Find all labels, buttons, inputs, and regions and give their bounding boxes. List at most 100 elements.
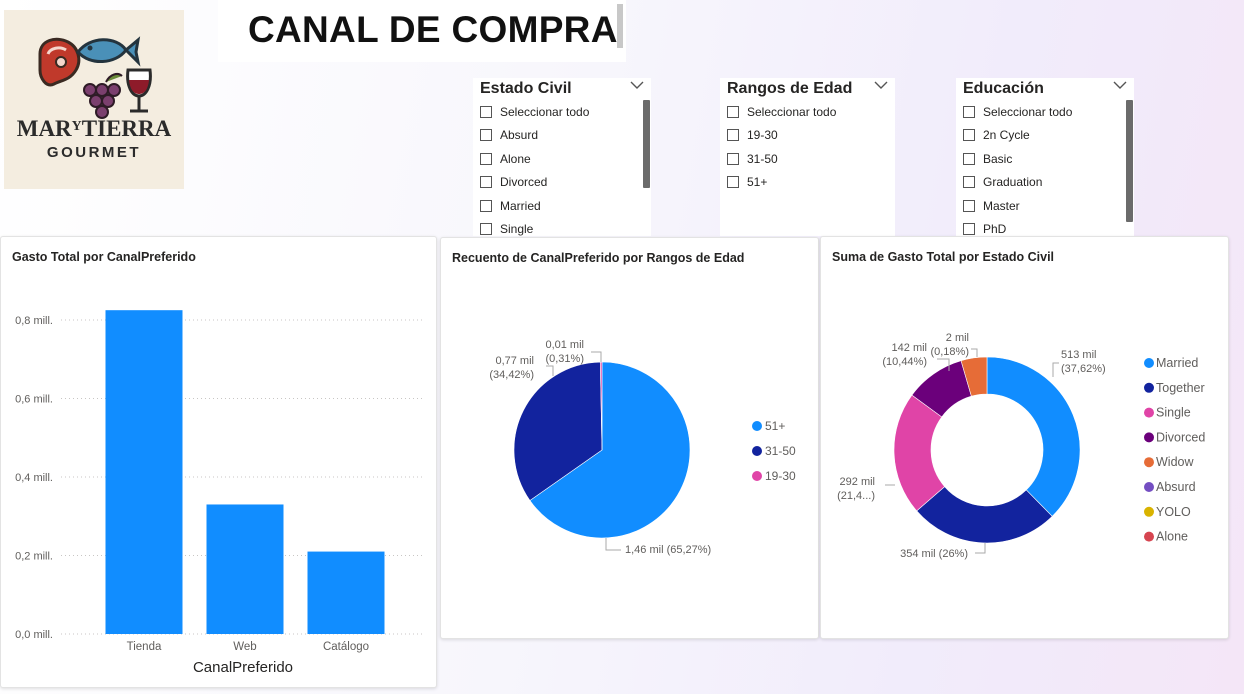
donut-slice (986, 356, 1081, 517)
checkbox[interactable] (480, 176, 492, 188)
pie-chart-card[interactable]: Recuento de CanalPreferido por Rangos de… (440, 237, 819, 639)
bar (307, 551, 385, 634)
slicer-option[interactable]: Divorced (480, 172, 547, 192)
checkbox[interactable] (727, 176, 739, 188)
legend-label: Absurd (1156, 480, 1196, 494)
data-label: (10,44%) (882, 356, 927, 368)
x-tick-label: Tienda (127, 641, 162, 653)
wine-glass-icon (126, 68, 152, 113)
legend-marker (1144, 382, 1154, 393)
legend-marker (752, 446, 762, 456)
legend-label: 31-50 (765, 444, 796, 458)
x-axis-label: CanalPreferido (193, 659, 293, 676)
slicer-option[interactable]: Master (963, 196, 1020, 216)
legend-label: Widow (1156, 455, 1194, 469)
slicer-option[interactable]: Alone (480, 149, 531, 169)
meat-icon (38, 37, 81, 87)
slicer-option[interactable]: Basic (963, 149, 1012, 169)
slicer-option[interactable]: 2n Cycle (963, 125, 1030, 145)
legend-marker (1144, 358, 1154, 368)
slicer-option[interactable]: Absurd (480, 125, 538, 145)
legend-marker (1144, 482, 1154, 492)
checkbox[interactable] (963, 223, 975, 235)
slicer-rangos-edad: Rangos de Edad Seleccionar todo 19-30 31… (720, 78, 895, 236)
leader-line (605, 538, 621, 551)
chevron-down-icon[interactable] (630, 80, 644, 90)
legend-label: Alone (1156, 530, 1188, 544)
checkbox[interactable] (963, 200, 975, 212)
leader-line (546, 365, 554, 376)
y-tick-label: 0,0 mill. (15, 629, 53, 641)
x-tick-label: Catálogo (323, 641, 369, 653)
slicer-option[interactable]: Seleccionar todo (963, 102, 1072, 122)
legend-marker (752, 421, 762, 431)
data-label: 1,46 mil (65,27%) (625, 544, 711, 556)
slicer-header: Educación (963, 80, 1044, 97)
y-tick-label: 0,8 mill. (15, 315, 53, 327)
checkbox[interactable] (480, 223, 492, 235)
checkbox[interactable] (727, 106, 739, 118)
slicer-option[interactable]: Seleccionar todo (480, 102, 589, 122)
data-label: 292 mil (840, 476, 875, 488)
bar-chart-card[interactable]: Gasto Total por CanalPreferido 0,0 mill.… (0, 236, 437, 688)
data-label: 2 mil (946, 332, 969, 344)
checkbox[interactable] (480, 153, 492, 165)
leader-line (971, 348, 978, 357)
legend-label: Married (1156, 356, 1198, 370)
data-label: (0,18%) (930, 346, 969, 358)
checkbox[interactable] (963, 106, 975, 118)
y-tick-label: 0,2 mill. (15, 551, 53, 563)
pie-chart: 1,46 mil (65,27%) 0,77 mil (34,42%) 0,01 mi… (489, 339, 796, 556)
donut-chart: 513 mil (37,62%) 354 mil (26%) 292 mil (21,4… (837, 332, 1205, 560)
checkbox[interactable] (480, 106, 492, 118)
data-label: (0,31%) (545, 353, 584, 365)
data-label: 354 mil (26%) (900, 548, 968, 560)
legend-label: 19-30 (765, 469, 796, 483)
page-title-box: CANAL DE COMPRA (218, 0, 626, 62)
checkbox[interactable] (480, 129, 492, 141)
slicer-option[interactable]: Seleccionar todo (727, 102, 836, 122)
scrollbar[interactable] (1126, 100, 1133, 222)
slicer-option[interactable]: Married (480, 196, 541, 216)
slicer-option[interactable]: Graduation (963, 172, 1042, 192)
data-label: (37,62%) (1061, 363, 1106, 375)
leader-line (1052, 362, 1059, 377)
slicer-header: Rangos de Edad (727, 80, 853, 97)
slicer-option[interactable]: Single (480, 219, 533, 239)
donut-chart-card[interactable]: Suma de Gasto Total por Estado Civil 513… (820, 236, 1229, 639)
page-title: CANAL DE COMPRA (248, 9, 618, 50)
logo-wordmark: MARYTIERRA (16, 116, 172, 141)
slicer-estado-civil: Estado Civil Seleccionar todo Absurd Alo… (473, 78, 651, 236)
scrollbar[interactable] (643, 100, 650, 188)
y-tick-label: 0,6 mill. (15, 394, 53, 406)
legend-label: Single (1156, 406, 1191, 420)
data-label: 513 mil (1061, 349, 1096, 361)
legend-marker (1144, 506, 1154, 517)
legend-label: 51+ (765, 419, 785, 433)
brand-logo: MARYTIERRA GOURMET (4, 10, 184, 189)
title-accent-bar (617, 4, 623, 48)
chevron-down-icon[interactable] (874, 80, 888, 90)
chevron-down-icon[interactable] (1113, 80, 1127, 90)
bar (105, 310, 183, 634)
leader-line (975, 543, 986, 554)
data-label: (34,42%) (489, 369, 534, 381)
checkbox[interactable] (727, 129, 739, 141)
data-label: 0,77 mil (495, 355, 534, 367)
logo-subtitle: GOURMET (46, 144, 142, 161)
checkbox[interactable] (963, 153, 975, 165)
slicer-option[interactable]: 31-50 (727, 149, 778, 169)
legend-marker (1144, 457, 1154, 468)
legend-marker (1144, 407, 1154, 418)
checkbox[interactable] (963, 129, 975, 141)
data-label: (21,4...) (837, 490, 875, 502)
bar-chart: 0,0 mill. 0,2 mill. 0,4 mill. 0,6 mill. 0,8 … (15, 310, 424, 676)
slicer-option[interactable]: 19-30 (727, 125, 778, 145)
slicer-option[interactable]: 51+ (727, 172, 767, 192)
fish-icon (76, 36, 141, 67)
legend-label: Divorced (1156, 430, 1205, 444)
checkbox[interactable] (963, 176, 975, 188)
checkbox[interactable] (727, 153, 739, 165)
checkbox[interactable] (480, 200, 492, 212)
data-label: 142 mil (892, 342, 927, 354)
